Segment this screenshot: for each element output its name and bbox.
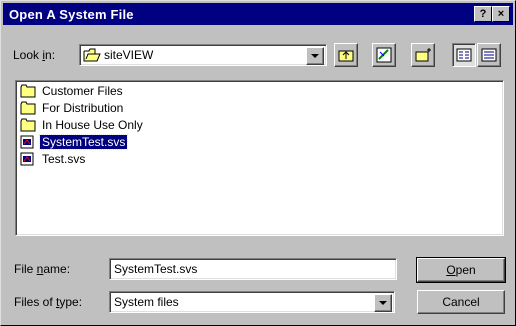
file-name-label: File name:	[14, 262, 71, 276]
files-of-type-value: System files	[114, 295, 179, 309]
dialog-title: Open A System File	[9, 7, 134, 22]
file-list[interactable]: Customer Files For Distribution In House U…	[15, 80, 504, 236]
open-file-dialog: Open A System File ? × Look in: siteVIEW…	[0, 0, 516, 326]
files-of-type-dropdown-button[interactable]	[374, 294, 392, 312]
folder-icon	[20, 118, 36, 132]
file-list-item-label: Test.svs	[42, 152, 86, 166]
folder-icon	[20, 101, 36, 115]
list-view-button[interactable]	[452, 43, 476, 67]
close-button[interactable]: ×	[492, 6, 510, 22]
look-in-label: Look in:	[13, 48, 56, 62]
close-icon: ×	[497, 8, 505, 20]
folder-icon	[20, 84, 36, 98]
file-list-item-label: For Distribution	[42, 101, 124, 115]
file-list-item-label: SystemTest.svs	[38, 134, 129, 150]
file-name-input[interactable]: SystemTest.svs	[109, 258, 397, 280]
desktop-button[interactable]	[372, 43, 396, 67]
files-of-type-label: Files of type:	[14, 295, 83, 309]
file-list-item-label: Customer Files	[42, 84, 123, 98]
title-bar[interactable]: Open A System File ? ×	[3, 3, 513, 25]
folder-open-icon	[83, 48, 101, 62]
chevron-down-icon	[379, 301, 387, 305]
details-view-icon	[481, 48, 497, 62]
cancel-button[interactable]: Cancel	[417, 290, 505, 314]
details-view-button[interactable]	[477, 43, 501, 67]
system-file-icon	[20, 152, 36, 166]
look-in-value: siteVIEW	[104, 48, 154, 62]
new-folder-button[interactable]	[411, 43, 435, 67]
new-folder-icon	[415, 48, 431, 62]
look-in-combo[interactable]: siteVIEW	[79, 44, 327, 66]
help-button[interactable]: ?	[474, 6, 492, 22]
help-icon: ?	[479, 8, 487, 20]
files-of-type-combo[interactable]: System files	[109, 291, 395, 313]
list-view-icon	[456, 48, 472, 62]
system-file-icon	[20, 135, 36, 149]
look-in-dropdown-button[interactable]	[306, 47, 324, 65]
file-list-item-label: In House Use Only	[42, 118, 143, 132]
up-one-level-icon	[338, 50, 354, 62]
desktop-icon	[376, 47, 392, 63]
open-button[interactable]: Open	[416, 257, 506, 283]
up-one-level-button[interactable]	[334, 43, 358, 67]
chevron-down-icon	[311, 54, 319, 58]
